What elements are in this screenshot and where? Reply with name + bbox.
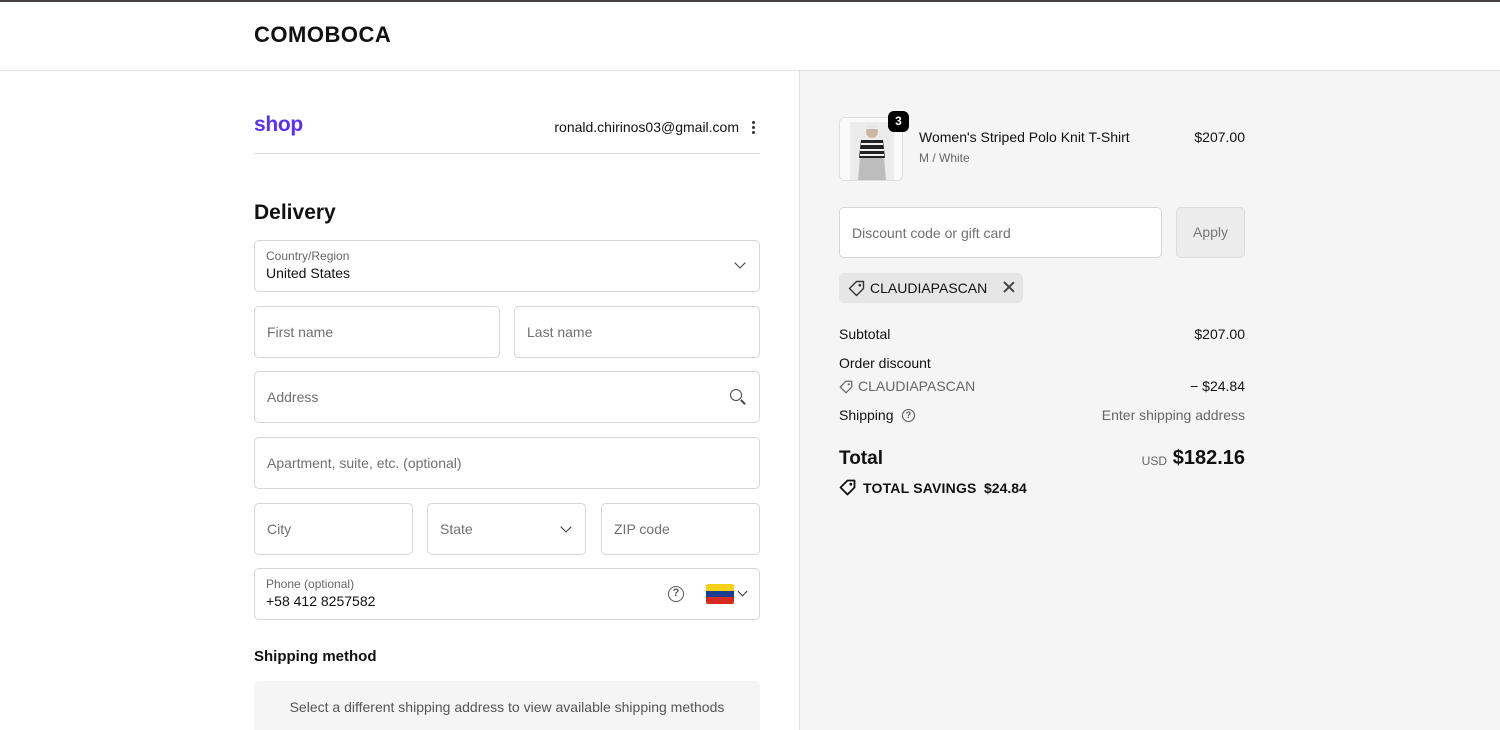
venezuela-flag-icon[interactable] <box>706 584 734 604</box>
state-placeholder: State <box>440 521 473 537</box>
order-discount-code: CLAUDIAPASCAN <box>858 378 976 394</box>
help-icon[interactable]: ? <box>902 409 915 422</box>
shop-pay-logo: shop <box>254 113 303 136</box>
discount-code-input[interactable]: Discount code or gift card <box>839 207 1162 258</box>
city-input[interactable]: City <box>254 503 413 555</box>
product-variant: M / White <box>919 151 970 165</box>
apartment-placeholder: Apartment, suite, etc. (optional) <box>267 455 462 471</box>
subtotal-value: $207.00 <box>1194 326 1245 342</box>
delivery-heading: Delivery <box>254 201 336 224</box>
shipping-label: Shipping <box>839 407 894 423</box>
applied-discount-code: CLAUDIAPASCAN <box>870 280 988 296</box>
order-summary-panel: 3 Women's Striped Polo Knit T-Shirt M / … <box>800 71 1500 730</box>
shipping-method-heading: Shipping method <box>254 648 377 665</box>
order-discount-label: Order discount <box>839 355 931 371</box>
tag-icon <box>839 380 853 394</box>
account-divider <box>254 153 760 154</box>
applied-discount-chip: CLAUDIAPASCAN <box>839 273 1023 303</box>
last-name-input[interactable]: Last name <box>514 306 760 358</box>
subtotal-label: Subtotal <box>839 326 891 342</box>
phone-value: +58 412 8257582 <box>266 593 376 609</box>
address-input[interactable]: Address <box>254 371 760 423</box>
total-label: Total <box>839 448 883 469</box>
order-discount-value: − $24.84 <box>1190 378 1245 394</box>
apartment-input[interactable]: Apartment, suite, etc. (optional) <box>254 437 760 489</box>
store-logo[interactable]: COMOBOCA <box>254 22 391 48</box>
chevron-down-icon <box>734 257 746 269</box>
country-label: Country/Region <box>266 249 350 263</box>
first-name-placeholder: First name <box>267 324 334 340</box>
apply-discount-button[interactable]: Apply <box>1176 207 1245 258</box>
state-select[interactable]: State <box>427 503 586 555</box>
address-placeholder: Address <box>267 389 319 405</box>
country-select[interactable]: Country/Region United States <box>254 240 760 292</box>
phone-input[interactable]: Phone (optional) +58 412 8257582 ? <box>254 568 760 620</box>
first-name-input[interactable]: First name <box>254 306 500 358</box>
search-icon[interactable] <box>730 389 746 405</box>
last-name-placeholder: Last name <box>527 324 593 340</box>
shipping-method-notice: Select a different shipping address to v… <box>254 681 760 730</box>
kebab-menu-icon[interactable] <box>746 119 760 137</box>
account-email: ronald.chirinos03@gmail.com <box>554 119 739 135</box>
chevron-down-icon[interactable] <box>737 586 748 597</box>
site-header: COMOBOCA <box>0 2 1500 71</box>
product-price: $207.00 <box>1194 129 1245 145</box>
checkout-form-panel: shop ronald.chirinos03@gmail.com Deliver… <box>0 71 800 730</box>
phone-label: Phone (optional) <box>266 577 355 591</box>
total-savings-label: TOTAL SAVINGS <box>863 480 977 496</box>
country-value: United States <box>266 265 351 281</box>
chevron-down-icon <box>560 521 572 533</box>
zip-placeholder: ZIP code <box>614 521 670 537</box>
total-value: $182.16 <box>1172 447 1245 469</box>
quantity-badge: 3 <box>888 111 909 132</box>
savings-tag-icon <box>839 479 856 496</box>
product-title: Women's Striped Polo Knit T-Shirt <box>919 129 1130 145</box>
remove-discount-close-icon[interactable] <box>1002 280 1016 294</box>
shipping-value: Enter shipping address <box>1101 407 1245 423</box>
help-icon[interactable]: ? <box>668 586 684 602</box>
zip-input[interactable]: ZIP code <box>601 503 760 555</box>
tag-icon <box>848 280 865 297</box>
discount-placeholder: Discount code or gift card <box>852 225 1011 241</box>
city-placeholder: City <box>267 521 292 537</box>
total-savings-value: $24.84 <box>984 480 1027 496</box>
